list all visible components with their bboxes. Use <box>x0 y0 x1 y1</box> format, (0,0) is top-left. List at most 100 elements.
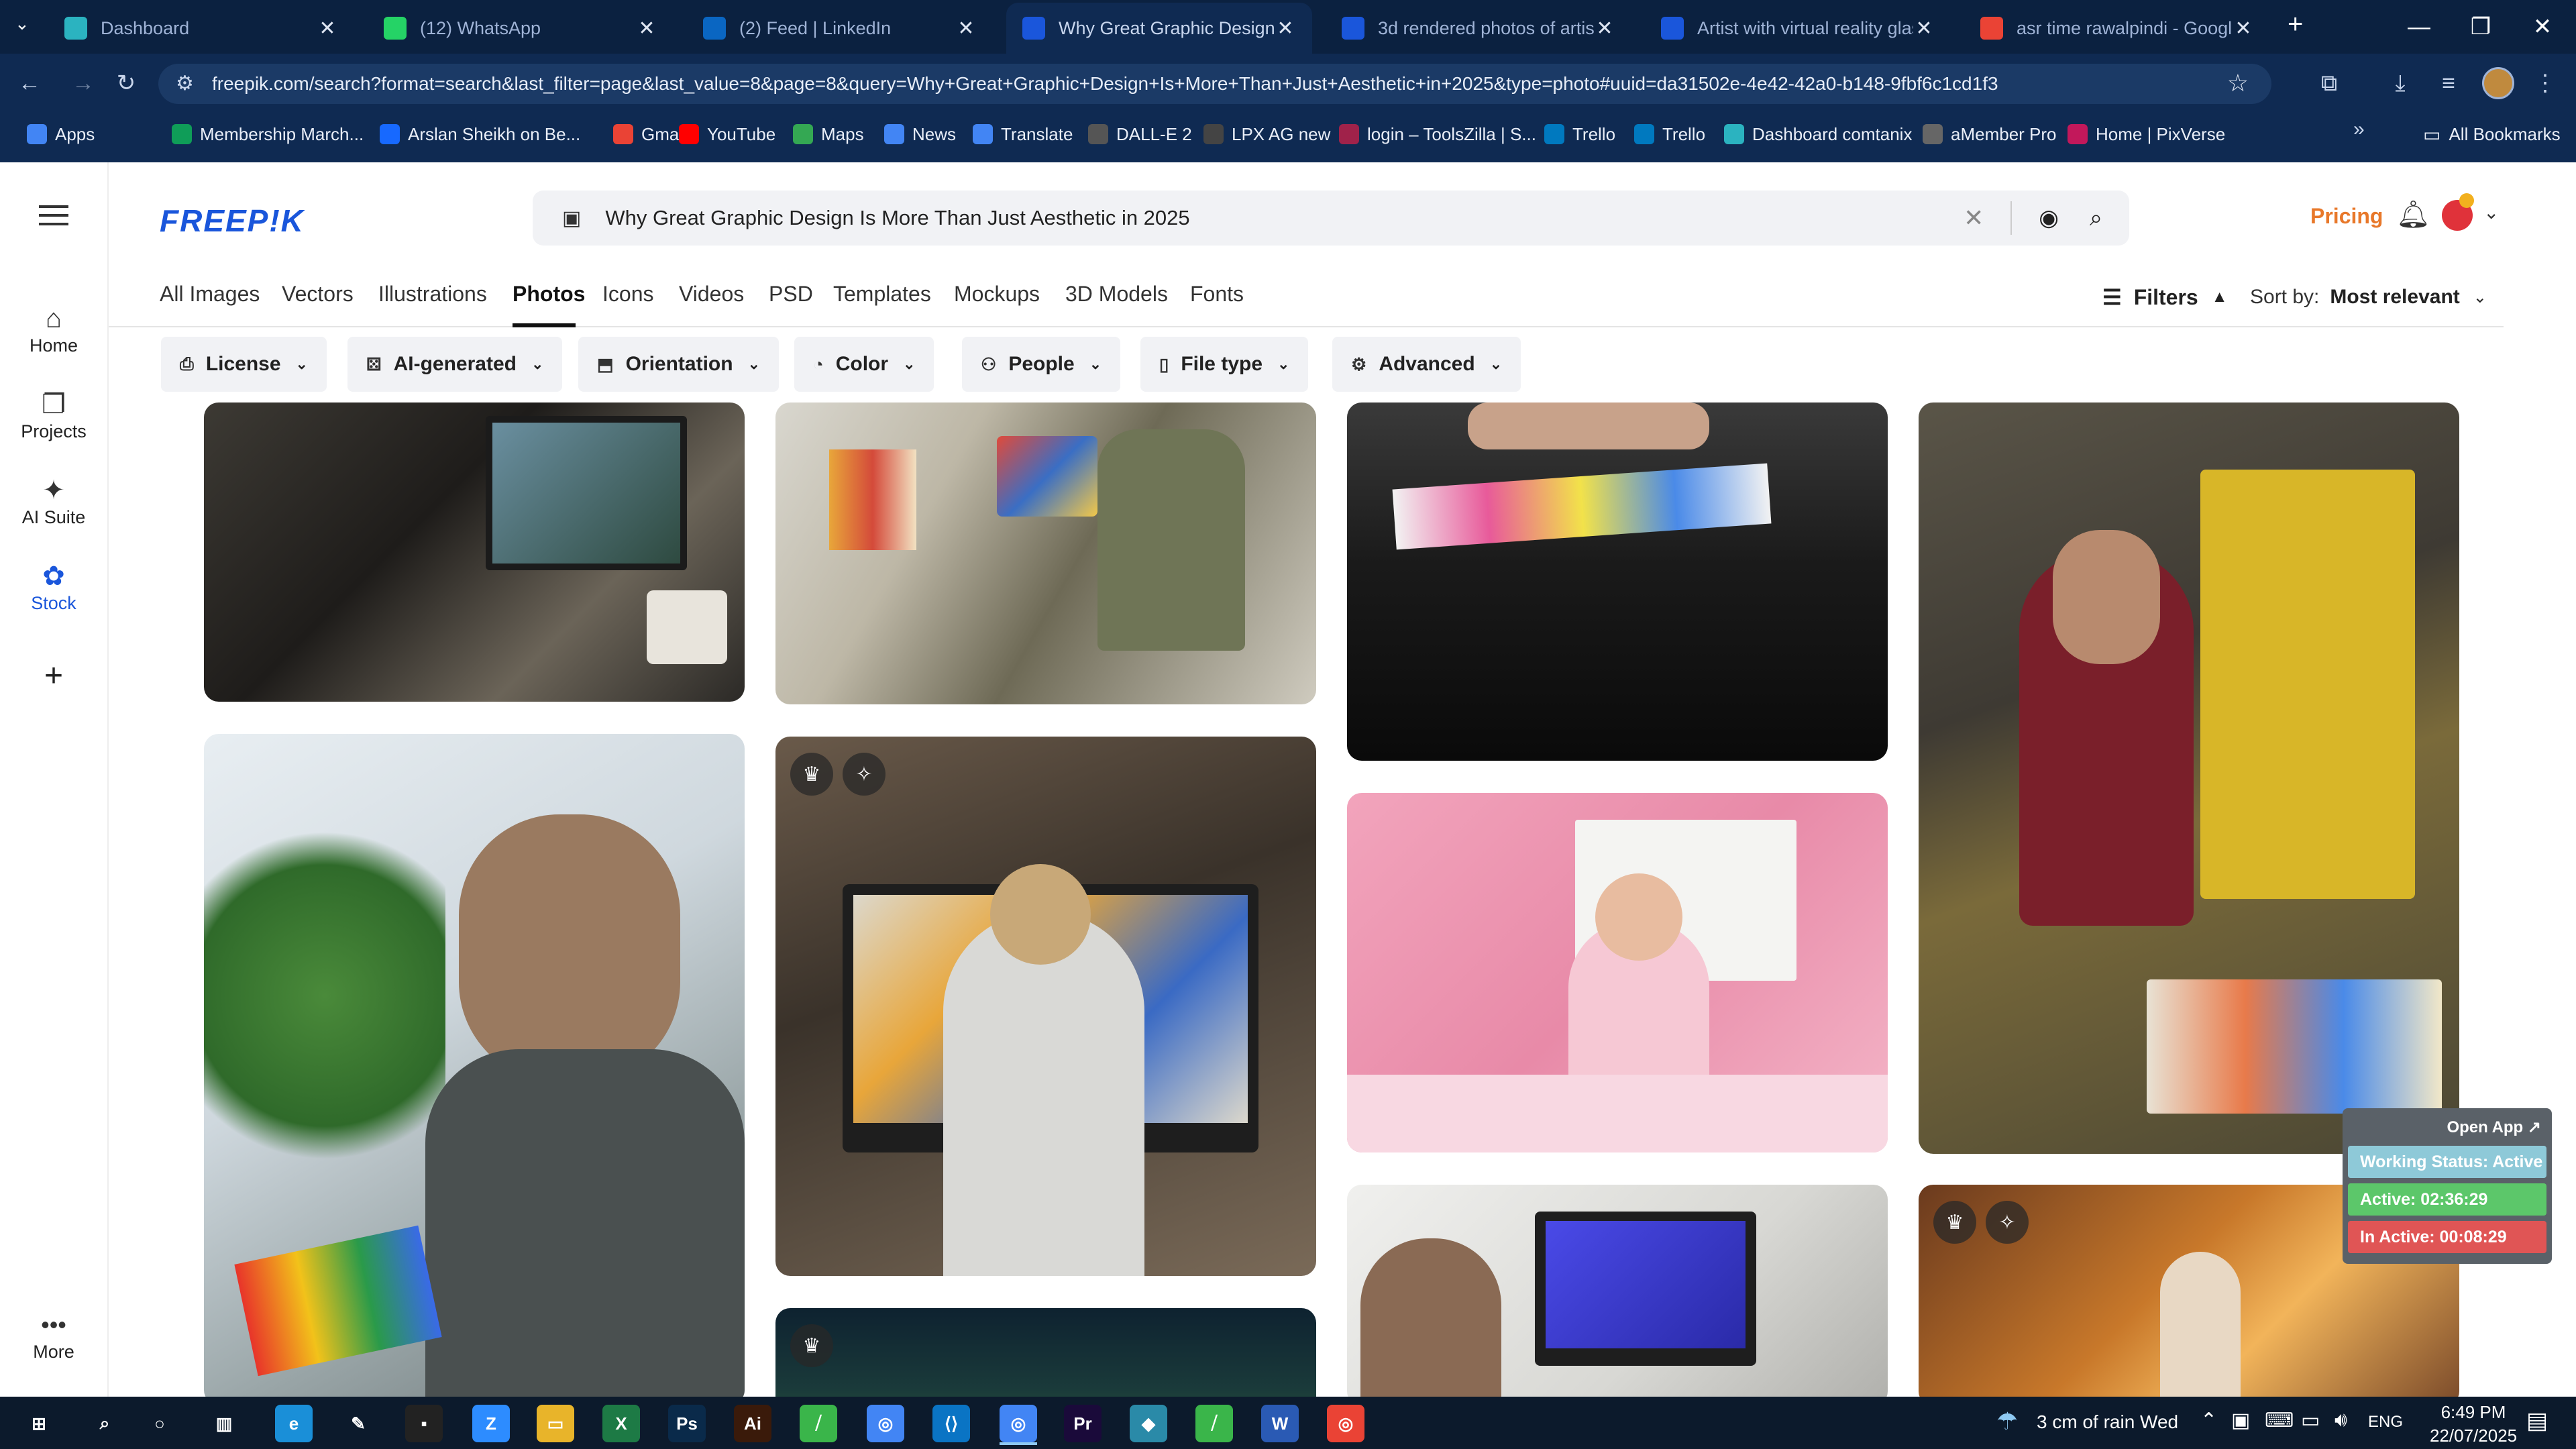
browser-tab[interactable]: asr time rawalpindi - Google Se✕ <box>1964 3 2270 54</box>
filter-people[interactable]: ⚇ People ⌄ <box>962 337 1121 392</box>
sidebar-item-home[interactable]: ⌂ Home <box>0 302 107 356</box>
bookmark-item[interactable]: Membership March... <box>172 119 364 149</box>
bookmark-item[interactable]: Trello <box>1544 119 1615 149</box>
close-tab-icon[interactable]: ✕ <box>955 17 977 40</box>
clear-search-icon[interactable]: ✕ <box>1964 204 1984 232</box>
filter-ai-generated[interactable]: ⚄ AI-generated ⌄ <box>347 337 563 392</box>
browser-tab[interactable]: Artist with virtual reality glasse✕ <box>1645 3 1951 54</box>
download-icon[interactable]: ⤓ <box>2384 67 2416 99</box>
tray-app-icon[interactable]: ▣ <box>2231 1409 2250 1432</box>
new-tab-button[interactable]: + <box>2288 9 2303 40</box>
freepik-logo[interactable]: FREEP!K <box>160 203 305 239</box>
bookmark-item[interactable]: login – ToolsZilla | S... <box>1339 119 1536 149</box>
filter-license[interactable]: ⎙ License ⌄ <box>161 337 327 392</box>
search-input[interactable]: Why Great Graphic Design Is More Than Ju… <box>605 206 1964 230</box>
photo-woman-at-monitor[interactable]: ♛ ✧ <box>775 737 1316 1276</box>
edge-icon[interactable]: e <box>275 1405 313 1442</box>
filter-advanced[interactable]: ⚙ Advanced ⌄ <box>1332 337 1521 392</box>
tray-chevron-icon[interactable]: ⌃ <box>2200 1409 2217 1432</box>
search-bar[interactable]: ▣ Why Great Graphic Design Is More Than … <box>533 191 2129 246</box>
start-icon[interactable]: ⊞ <box>20 1405 58 1442</box>
file-explorer-icon[interactable]: ▭ <box>537 1405 574 1442</box>
more-bookmarks-icon[interactable]: » <box>2353 118 2365 141</box>
browser-tab[interactable]: 3d rendered photos of artist m✕ <box>1326 3 1631 54</box>
close-tab-icon[interactable]: ✕ <box>1594 17 1615 40</box>
tab-illustrations[interactable]: Illustrations <box>378 282 487 307</box>
profile-avatar[interactable] <box>2482 67 2514 99</box>
tab-videos[interactable]: Videos <box>679 282 744 307</box>
close-tab-icon[interactable]: ✕ <box>636 17 657 40</box>
app-icon[interactable]: ◆ <box>1130 1405 1167 1442</box>
photoshop-icon[interactable]: Ps <box>668 1405 706 1442</box>
premiere-icon[interactable]: Pr <box>1064 1405 1102 1442</box>
photo-woman-sketching[interactable] <box>775 402 1316 704</box>
clock[interactable]: 6:49 PM 22/07/2025 <box>2430 1402 2517 1446</box>
bookmark-item[interactable]: Dashboard comtanix <box>1724 119 1912 149</box>
site-info-icon[interactable]: ⚙ <box>176 72 194 95</box>
filter-file-type[interactable]: ▯ File type ⌄ <box>1140 337 1309 392</box>
media-icon[interactable]: ≡ <box>2432 67 2465 99</box>
photo-designer-at-desk[interactable] <box>204 402 745 702</box>
reload-icon[interactable]: ↻ <box>110 67 142 99</box>
all-bookmarks[interactable]: ▭ All Bookmarks <box>2423 119 2561 149</box>
minimize-button[interactable]: — <box>2388 0 2450 54</box>
bookmark-item[interactable]: Trello <box>1634 119 1705 149</box>
sidebar-item-ai-suite[interactable]: ✦ AI Suite <box>0 474 107 528</box>
sidebar-item-projects[interactable]: ❐ Projects <box>0 388 107 442</box>
bookmark-item[interactable]: LPX AG new <box>1203 119 1330 149</box>
add-icon[interactable]: + <box>0 657 107 694</box>
bookmark-item[interactable]: Apps <box>27 119 95 149</box>
chrome-icon[interactable]: ◎ <box>867 1405 904 1442</box>
notifications-center-icon[interactable]: ▤ <box>2526 1407 2548 1434</box>
close-window-button[interactable]: ✕ <box>2512 0 2573 54</box>
bookmark-star-icon[interactable]: ☆ <box>2227 69 2249 97</box>
close-tab-icon[interactable]: ✕ <box>1913 17 1935 40</box>
url-input[interactable]: ⚙ freepik.com/search?format=search&last_… <box>158 64 2271 104</box>
bookmark-item[interactable]: aMember Pro <box>1923 119 2057 149</box>
tab-templates[interactable]: Templates <box>833 282 931 307</box>
search-icon[interactable]: ⌕ <box>86 1405 123 1442</box>
chrome-icon[interactable]: ◎ <box>1327 1405 1364 1442</box>
sidebar-item-stock[interactable]: ✿ Stock <box>0 559 107 614</box>
tab-psd[interactable]: PSD <box>769 282 813 307</box>
bookmark-item[interactable]: Gmail <box>613 119 687 149</box>
tab-photos[interactable]: Photos <box>513 282 585 307</box>
tab-search-icon[interactable]: ⌄ <box>15 13 30 34</box>
bookmark-item[interactable]: DALL-E 2 <box>1088 119 1192 149</box>
chrome-active-icon[interactable]: ◎ <box>1000 1405 1037 1442</box>
cortana-icon[interactable]: ○ <box>141 1405 178 1442</box>
tab-icons[interactable]: Icons <box>602 282 653 307</box>
photo-man-with-glasses[interactable] <box>204 734 745 1405</box>
browser-tab[interactable]: Dashboard ✕ <box>48 3 354 54</box>
photo-tablet-drawing[interactable] <box>1347 402 1888 761</box>
pen-icon[interactable]: ✎ <box>339 1405 377 1442</box>
sort-control[interactable]: Sort by: Most relevant ⌄ <box>2250 286 2487 309</box>
hamburger-menu-icon[interactable] <box>39 203 68 227</box>
extensions-icon[interactable]: ⧉ <box>2313 67 2345 99</box>
tray-battery-icon[interactable]: ▭ <box>2301 1409 2320 1432</box>
language-indicator[interactable]: ENG <box>2368 1413 2403 1432</box>
volume-icon[interactable]: 🔊︎ <box>2334 1409 2347 1432</box>
bookmark-item[interactable]: Maps <box>793 119 864 149</box>
photo-bearded-painter[interactable] <box>1919 402 2459 1154</box>
illustrator-icon[interactable]: Ai <box>734 1405 771 1442</box>
bookmark-item[interactable]: News <box>884 119 956 149</box>
close-tab-icon[interactable]: ✕ <box>317 17 338 40</box>
browser-tab[interactable]: Why Great Graphic Design Is M✕ <box>1006 3 1312 54</box>
weather-text[interactable]: 3 cm of rain Wed <box>2037 1411 2178 1433</box>
word-icon[interactable]: W <box>1261 1405 1299 1442</box>
open-app-link[interactable]: Open App ↗ <box>2348 1114 2546 1140</box>
terminal-icon[interactable]: ▪ <box>405 1405 443 1442</box>
green-app-icon[interactable]: ⧸ <box>800 1405 837 1442</box>
vscode-icon[interactable]: ⟨⟩ <box>932 1405 970 1442</box>
tab-mockups[interactable]: Mockups <box>954 282 1040 307</box>
sidebar-more[interactable]: ••• More <box>0 1308 107 1362</box>
notifications-bell-icon[interactable]: 🔔︎ <box>2396 199 2430 230</box>
back-icon[interactable]: ← <box>13 67 46 99</box>
close-tab-icon[interactable]: ✕ <box>2233 17 2254 40</box>
filters-toggle[interactable]: ☰ Filters ▲ <box>2102 284 2227 310</box>
pricing-link[interactable]: Pricing <box>2310 204 2383 229</box>
tab-fonts[interactable]: Fonts <box>1190 282 1244 307</box>
tray-network-icon[interactable]: ⌨ <box>2265 1409 2294 1432</box>
image-search-icon[interactable]: ▣ <box>562 207 581 230</box>
